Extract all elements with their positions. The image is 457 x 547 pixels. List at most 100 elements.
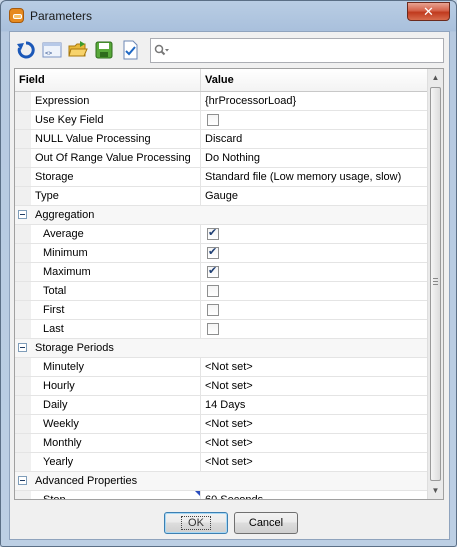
search-input[interactable]	[171, 41, 439, 60]
collapse-icon[interactable]	[18, 343, 27, 352]
value-cell[interactable]: 60 Seconds	[201, 491, 428, 499]
property-row[interactable]: NULL Value Processing Discard	[15, 130, 428, 149]
property-row[interactable]: Monthly <Not set>	[15, 434, 428, 453]
row-gutter	[15, 149, 31, 167]
field-cell: Storage Periods	[15, 339, 428, 357]
row-gutter	[15, 301, 31, 319]
property-row[interactable]: Type Gauge	[15, 187, 428, 206]
document-check-icon	[123, 40, 138, 60]
field-cell: Minimum	[15, 244, 201, 262]
value-cell[interactable]: Do Nothing	[201, 149, 428, 167]
export-document-button[interactable]	[118, 38, 142, 62]
vertical-scrollbar[interactable]: ▲ ▼	[427, 69, 443, 499]
field-label: Minimum	[43, 247, 88, 259]
refresh-button[interactable]	[14, 38, 38, 62]
value-cell[interactable]: {hrProcessorLoad}	[201, 92, 428, 110]
property-row[interactable]: Maximum ✔	[15, 263, 428, 282]
row-gutter	[15, 434, 31, 452]
checkbox[interactable]	[207, 304, 219, 316]
value-cell[interactable]: <Not set>	[201, 453, 428, 471]
value-cell[interactable]: <Not set>	[201, 434, 428, 452]
open-folder-button[interactable]	[66, 38, 90, 62]
property-row[interactable]: Minimum ✔	[15, 244, 428, 263]
row-gutter	[15, 244, 31, 262]
property-row[interactable]: Expression {hrProcessorLoad}	[15, 92, 428, 111]
category-row[interactable]: Storage Periods	[15, 339, 428, 358]
value-cell[interactable]	[201, 320, 428, 338]
value-cell[interactable]: ✔	[201, 244, 428, 262]
checkbox[interactable]: ✔	[207, 246, 219, 259]
property-row[interactable]: Out Of Range Value Processing Do Nothing	[15, 149, 428, 168]
code-button[interactable]: <>	[40, 38, 64, 62]
collapse-icon[interactable]	[18, 210, 27, 219]
save-button[interactable]	[92, 38, 116, 62]
property-row[interactable]: Weekly <Not set>	[15, 415, 428, 434]
value-cell[interactable]	[201, 111, 428, 129]
field-cell: Daily	[15, 396, 201, 414]
property-row[interactable]: Last	[15, 320, 428, 339]
value-text: Do Nothing	[205, 152, 261, 164]
property-row[interactable]: First	[15, 301, 428, 320]
field-label: Advanced Properties	[35, 475, 138, 487]
field-cell: Step	[15, 491, 201, 499]
field-label: Hourly	[43, 380, 75, 392]
field-label: Use Key Field	[35, 114, 104, 126]
dialog-body: <> Field Value Expression {hrProcessorLo…	[9, 31, 450, 540]
value-cell[interactable]: Gauge	[201, 187, 428, 205]
value-cell[interactable]: 14 Days	[201, 396, 428, 414]
field-cell: Last	[15, 320, 201, 338]
field-label: Monthly	[43, 437, 82, 449]
value-cell[interactable]: <Not set>	[201, 377, 428, 395]
checkbox[interactable]	[207, 285, 219, 297]
ok-button[interactable]: OK	[164, 512, 228, 534]
value-cell[interactable]	[201, 301, 428, 319]
value-text: Standard file (Low memory usage, slow)	[205, 171, 402, 183]
value-text: <Not set>	[205, 380, 253, 392]
collapse-icon[interactable]	[18, 476, 27, 485]
property-row[interactable]: Step 60 Seconds	[15, 491, 428, 499]
title-bar[interactable]: Parameters ✕	[1, 1, 456, 31]
scroll-up-icon[interactable]: ▲	[428, 69, 443, 86]
value-cell[interactable]: Standard file (Low memory usage, slow)	[201, 168, 428, 186]
search-box[interactable]	[150, 38, 444, 63]
field-label: NULL Value Processing	[35, 133, 151, 145]
category-row[interactable]: Aggregation	[15, 206, 428, 225]
code-icon: <>	[42, 42, 62, 58]
field-label: Storage	[35, 171, 74, 183]
field-column-header[interactable]: Field	[15, 69, 201, 91]
row-gutter	[15, 415, 31, 433]
value-text: <Not set>	[205, 437, 253, 449]
refresh-icon	[17, 41, 35, 59]
value-column-header[interactable]: Value	[201, 69, 428, 91]
checkbox[interactable]: ✔	[207, 227, 219, 240]
property-row[interactable]: Use Key Field	[15, 111, 428, 130]
checkbox[interactable]: ✔	[207, 265, 219, 278]
property-row[interactable]: Yearly <Not set>	[15, 453, 428, 472]
value-cell[interactable]: <Not set>	[201, 358, 428, 376]
cancel-button[interactable]: Cancel	[234, 512, 298, 534]
grid-header: Field Value	[15, 69, 428, 92]
checkbox[interactable]	[207, 114, 219, 126]
property-row[interactable]: Hourly <Not set>	[15, 377, 428, 396]
scrollbar-thumb[interactable]	[430, 87, 441, 481]
property-row[interactable]: Storage Standard file (Low memory usage, …	[15, 168, 428, 187]
checkbox[interactable]	[207, 323, 219, 335]
field-cell: Expression	[15, 92, 201, 110]
value-cell[interactable]: ✔	[201, 225, 428, 243]
value-cell[interactable]: Discard	[201, 130, 428, 148]
property-row[interactable]: Total	[15, 282, 428, 301]
property-row[interactable]: Minutely <Not set>	[15, 358, 428, 377]
close-button[interactable]: ✕	[407, 2, 450, 21]
field-label: Maximum	[43, 266, 91, 278]
category-row[interactable]: Advanced Properties	[15, 472, 428, 491]
row-gutter	[15, 358, 31, 376]
field-cell: Weekly	[15, 415, 201, 433]
scroll-down-icon[interactable]: ▼	[428, 482, 443, 499]
value-cell[interactable]: <Not set>	[201, 415, 428, 433]
property-row[interactable]: Average ✔	[15, 225, 428, 244]
value-cell[interactable]: ✔	[201, 263, 428, 281]
property-row[interactable]: Daily 14 Days	[15, 396, 428, 415]
value-cell[interactable]	[201, 282, 428, 300]
field-label: Out Of Range Value Processing	[35, 152, 191, 164]
value-text: <Not set>	[205, 361, 253, 373]
